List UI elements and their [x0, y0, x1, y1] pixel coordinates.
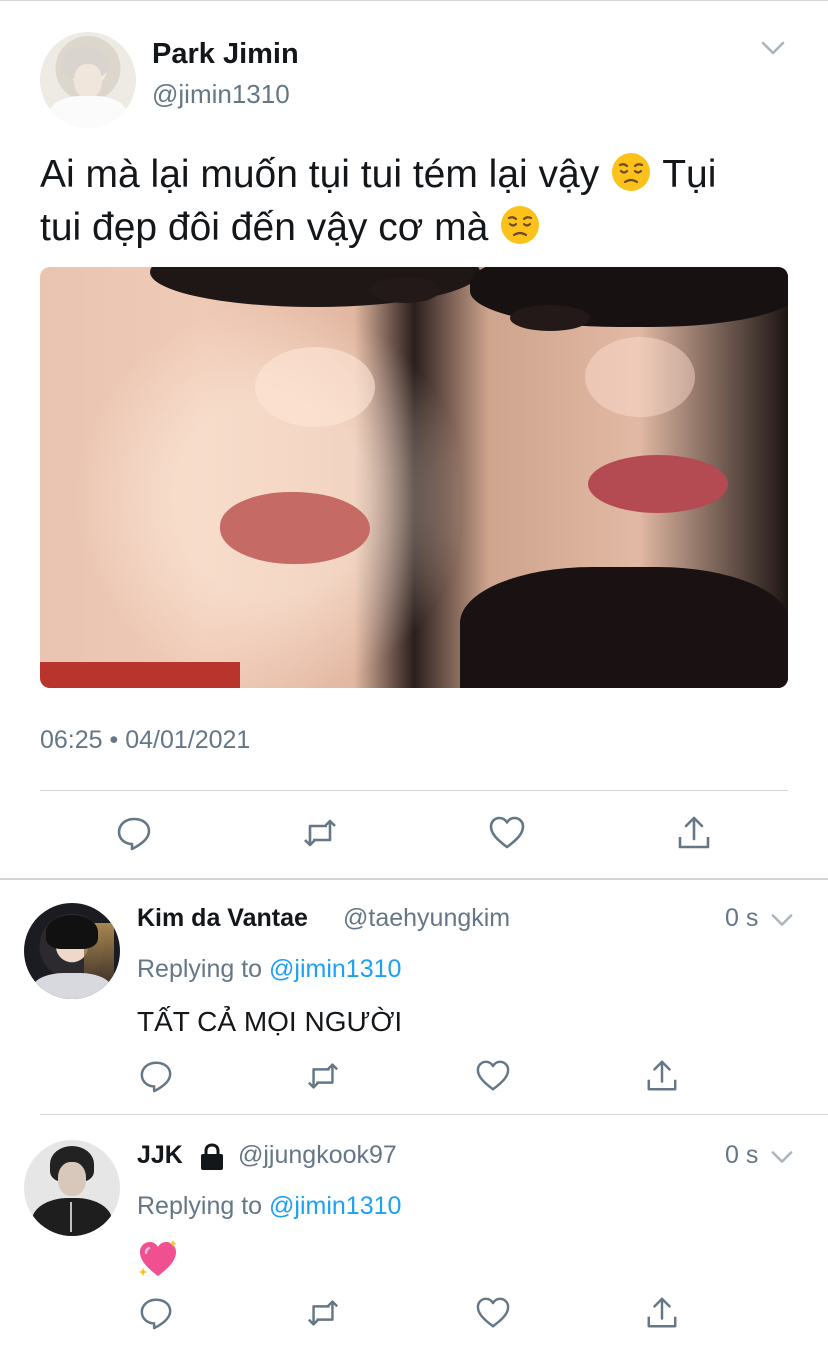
chevron-down-icon[interactable] — [770, 1145, 794, 1169]
divider — [40, 1114, 828, 1115]
reply-author-handle[interactable]: @jjungkook97 — [238, 1141, 397, 1170]
retweet-icon[interactable] — [306, 1296, 340, 1330]
share-icon[interactable] — [676, 815, 712, 851]
mention-link[interactable]: @jimin1310 — [269, 1192, 401, 1220]
reply-author-handle[interactable]: @taehyungkim — [343, 904, 510, 933]
thread-divider — [0, 878, 828, 880]
like-icon[interactable] — [476, 1296, 510, 1330]
reply-icon[interactable] — [139, 1296, 173, 1330]
reply-icon[interactable] — [116, 815, 152, 851]
tweet-text: Ai mà lại muốn tụi tui tém lại vậy Tụi t… — [40, 148, 800, 254]
author-avatar[interactable] — [40, 32, 136, 128]
avatar[interactable] — [24, 903, 120, 999]
disappointed-face-icon — [610, 151, 652, 193]
like-icon[interactable] — [489, 815, 525, 851]
mention-link[interactable]: @jimin1310 — [269, 955, 401, 983]
replying-to-label: Replying to — [137, 955, 263, 983]
retweet-icon[interactable] — [302, 815, 338, 851]
tweet-text-line2: tui đẹp đôi đến vậy cơ mà — [40, 206, 489, 249]
reply-icon[interactable] — [139, 1059, 173, 1093]
replying-to: Replying to @jimin1310 — [137, 955, 401, 984]
tweet-text-line1: Ai mà lại muốn tụi tui tém lại vậy — [40, 153, 600, 196]
replying-to: Replying to @jimin1310 — [137, 1192, 401, 1221]
reply-text: TẤT CẢ MỌI NGƯỜI — [137, 1006, 403, 1037]
reply-time: 0 s — [725, 904, 759, 932]
top-border — [0, 0, 828, 1]
chevron-down-icon[interactable] — [770, 908, 794, 932]
tweet-text-line1-end: Tụi — [662, 153, 717, 196]
lock-icon — [198, 1142, 226, 1172]
tweet-timestamp: 06:25 • 04/01/2021 — [40, 726, 251, 754]
retweet-icon[interactable] — [306, 1059, 340, 1093]
author-name[interactable]: Park Jimin — [152, 38, 299, 71]
reply-time: 0 s — [725, 1141, 759, 1169]
sparkling-heart-icon — [137, 1238, 179, 1278]
reply-author-name[interactable]: JJK — [137, 1141, 183, 1170]
avatar[interactable] — [24, 1140, 120, 1236]
replying-to-label: Replying to — [137, 1192, 263, 1220]
share-icon[interactable] — [645, 1296, 679, 1330]
tweet-photo[interactable] — [40, 267, 788, 688]
author-handle[interactable]: @jimin1310 — [152, 79, 290, 110]
divider — [40, 790, 788, 791]
chevron-down-icon[interactable] — [760, 35, 786, 61]
share-icon[interactable] — [645, 1059, 679, 1093]
disappointed-face-icon — [499, 204, 541, 246]
reply-author-name[interactable]: Kim da Vantae — [137, 904, 308, 933]
like-icon[interactable] — [476, 1059, 510, 1093]
